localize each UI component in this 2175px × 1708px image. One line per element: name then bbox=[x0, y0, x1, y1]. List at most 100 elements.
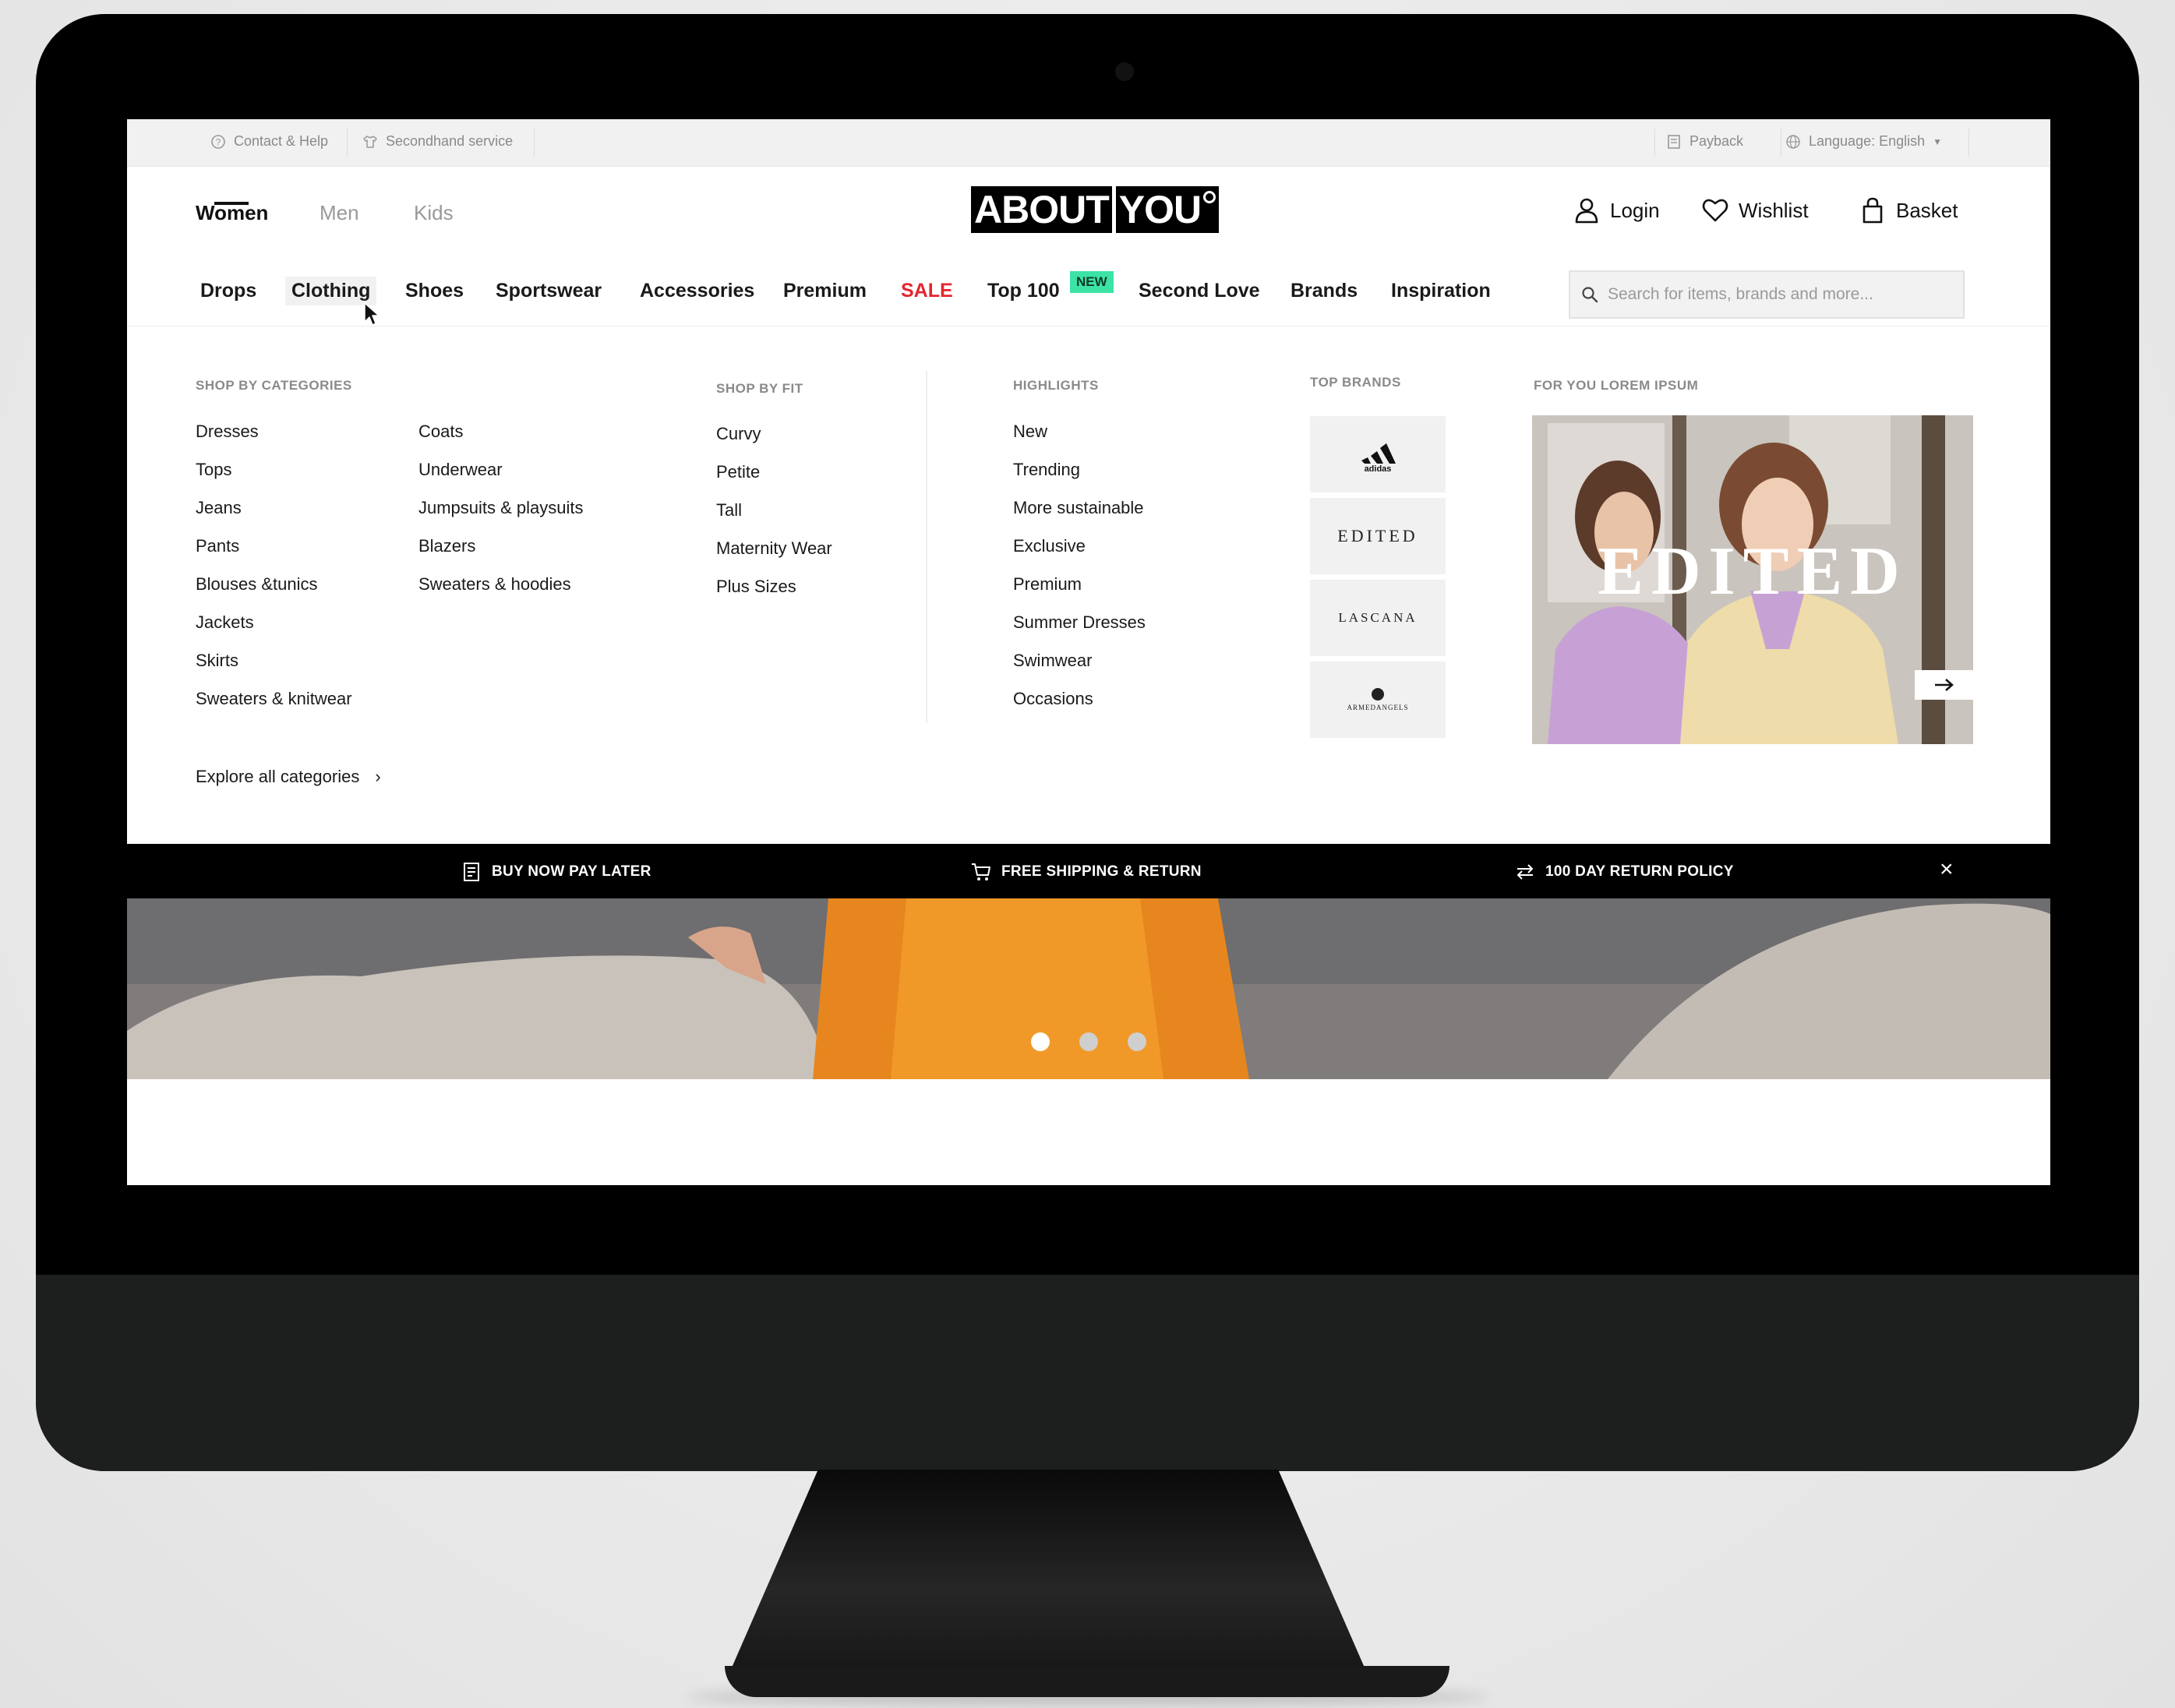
login-label: Login bbox=[1610, 198, 1660, 222]
carousel-dot-3[interactable] bbox=[1128, 1032, 1146, 1051]
hero-image bbox=[127, 898, 2050, 1079]
invoice-icon bbox=[464, 863, 479, 881]
caret-down-icon: ▼ bbox=[1933, 136, 1943, 147]
globe-icon bbox=[1786, 134, 1800, 149]
divider bbox=[1654, 129, 1655, 157]
browser-screen: ? Contact & Help Secondhand service Payb… bbox=[127, 119, 2050, 1185]
secondhand-link[interactable]: Secondhand service bbox=[362, 133, 513, 150]
menu-item-coats[interactable]: Coats bbox=[418, 422, 463, 442]
hero-carousel[interactable] bbox=[127, 898, 2050, 1079]
edited-logo: EDITED bbox=[1337, 526, 1418, 545]
explore-all-categories-link[interactable]: Explore all categories › bbox=[196, 767, 381, 787]
nav-item-top-100[interactable]: Top 100 bbox=[987, 280, 1060, 302]
chevron-right-icon: › bbox=[375, 767, 381, 786]
menu-item-summer-dresses[interactable]: Summer Dresses bbox=[1013, 612, 1146, 633]
monitor-stand bbox=[729, 1470, 1368, 1675]
nav-item-sale[interactable]: SALE bbox=[901, 280, 953, 302]
menu-item-pants[interactable]: Pants bbox=[196, 536, 239, 556]
benefit-label: FREE SHIPPING & RETURN bbox=[1001, 863, 1202, 880]
payback-link[interactable]: Payback bbox=[1666, 133, 1743, 150]
menu-item-occasions[interactable]: Occasions bbox=[1013, 689, 1093, 709]
menu-item-blouses-tunics[interactable]: Blouses &tunics bbox=[196, 574, 318, 595]
close-icon[interactable]: × bbox=[1940, 858, 1954, 881]
menu-item-skirts[interactable]: Skirts bbox=[196, 651, 238, 671]
menu-item-more-sustainable[interactable]: More sustainable bbox=[1013, 498, 1144, 518]
menu-item-jumpsuits-playsuits[interactable]: Jumpsuits & playsuits bbox=[418, 498, 584, 518]
benefit-free-shipping: FREE SHIPPING & RETURN bbox=[970, 861, 1202, 883]
exchange-icon bbox=[1516, 864, 1534, 880]
gender-tab-men[interactable]: Men bbox=[320, 201, 359, 225]
menu-item-jackets[interactable]: Jackets bbox=[196, 612, 254, 633]
logo-divider bbox=[1111, 186, 1116, 233]
brand-tile-lascana[interactable]: LASCANA bbox=[1310, 580, 1446, 656]
arrow-right-icon bbox=[1934, 679, 1954, 691]
menu-item-curvy[interactable]: Curvy bbox=[716, 424, 761, 444]
user-icon bbox=[1575, 198, 1598, 224]
divider bbox=[347, 129, 348, 157]
menu-item-underwear[interactable]: Underwear bbox=[418, 460, 503, 480]
shopping-bag-icon bbox=[1863, 197, 1883, 224]
search-box[interactable] bbox=[1569, 270, 1965, 319]
nav-item-accessories[interactable]: Accessories bbox=[640, 280, 754, 302]
login-button[interactable]: Login bbox=[1573, 196, 1660, 224]
menu-item-premium[interactable]: Premium bbox=[1013, 574, 1082, 595]
help-icon: ? bbox=[211, 134, 225, 149]
payback-label: Payback bbox=[1690, 133, 1744, 149]
secondhand-label: Secondhand service bbox=[386, 133, 514, 149]
menu-heading-for-you: FOR YOU LOREM IPSUM bbox=[1534, 378, 1699, 393]
category-nav: Drops Clothing Shoes Sportswear Accessor… bbox=[127, 256, 2050, 326]
brand-tile-armedangels[interactable]: ARMEDANGELS bbox=[1310, 662, 1446, 738]
benefit-buy-now-pay-later: BUY NOW PAY LATER bbox=[461, 861, 651, 883]
shirt-icon bbox=[363, 135, 377, 148]
lascana-logo: LASCANA bbox=[1338, 610, 1418, 625]
promo-next-button[interactable] bbox=[1915, 670, 1973, 700]
menu-item-sweaters-hoodies[interactable]: Sweaters & hoodies bbox=[418, 574, 571, 595]
nav-item-premium[interactable]: Premium bbox=[783, 280, 867, 302]
divider bbox=[1968, 129, 1969, 157]
contact-help-link[interactable]: ? Contact & Help bbox=[210, 133, 328, 150]
menu-item-maternity-wear[interactable]: Maternity Wear bbox=[716, 538, 832, 559]
menu-item-exclusive[interactable]: Exclusive bbox=[1013, 536, 1086, 556]
search-input[interactable] bbox=[1608, 285, 1951, 304]
nav-item-sportswear[interactable]: Sportswear bbox=[496, 280, 602, 302]
menu-item-new[interactable]: New bbox=[1013, 422, 1047, 442]
svg-text:?: ? bbox=[216, 136, 221, 147]
menu-item-tall[interactable]: Tall bbox=[716, 500, 742, 521]
promo-banner[interactable]: EDITED bbox=[1532, 415, 1973, 744]
logo-dot bbox=[1203, 191, 1216, 203]
menu-item-trending[interactable]: Trending bbox=[1013, 460, 1080, 480]
nav-item-inspiration[interactable]: Inspiration bbox=[1391, 280, 1491, 302]
carousel-dot-2[interactable] bbox=[1079, 1032, 1098, 1051]
brand-tile-edited[interactable]: EDITED bbox=[1310, 498, 1446, 574]
benefit-return-policy: 100 DAY RETURN POLICY bbox=[1514, 861, 1734, 883]
menu-item-jeans[interactable]: Jeans bbox=[196, 498, 242, 518]
nav-item-drops[interactable]: Drops bbox=[200, 280, 256, 302]
language-selector[interactable]: Language: English ▼ bbox=[1785, 133, 1942, 150]
nav-item-brands[interactable]: Brands bbox=[1291, 280, 1358, 302]
menu-item-dresses[interactable]: Dresses bbox=[196, 422, 259, 442]
menu-item-swimwear[interactable]: Swimwear bbox=[1013, 651, 1092, 671]
nav-item-second-love[interactable]: Second Love bbox=[1139, 280, 1260, 302]
menu-heading-highlights: HIGHLIGHTS bbox=[1013, 378, 1099, 393]
nav-item-shoes[interactable]: Shoes bbox=[405, 280, 464, 302]
logo-text-you: YOU bbox=[1118, 188, 1202, 231]
basket-button[interactable]: Basket bbox=[1859, 196, 1958, 224]
about-you-logo[interactable]: ABOUT YOU bbox=[971, 186, 1220, 233]
language-label: Language: English bbox=[1809, 133, 1926, 149]
menu-item-sweaters-knitwear[interactable]: Sweaters & knitwear bbox=[196, 689, 352, 709]
camera-icon bbox=[1115, 62, 1134, 81]
gender-tab-kids[interactable]: Kids bbox=[414, 201, 454, 225]
menu-heading-categories: SHOP BY CATEGORIES bbox=[196, 378, 352, 393]
monitor-foot bbox=[725, 1666, 1449, 1697]
menu-item-tops[interactable]: Tops bbox=[196, 460, 231, 480]
menu-item-plus-sizes[interactable]: Plus Sizes bbox=[716, 577, 796, 597]
menu-item-blazers[interactable]: Blazers bbox=[418, 536, 475, 556]
brand-tile-adidas[interactable]: adidas bbox=[1310, 416, 1446, 492]
carousel-dot-1[interactable] bbox=[1031, 1032, 1050, 1051]
menu-divider bbox=[926, 371, 927, 723]
wishlist-button[interactable]: Wishlist bbox=[1701, 196, 1809, 224]
menu-item-petite[interactable]: Petite bbox=[716, 462, 760, 482]
monitor-chin bbox=[36, 1275, 2139, 1471]
benefit-label: BUY NOW PAY LATER bbox=[492, 863, 651, 880]
new-badge: NEW bbox=[1070, 271, 1114, 293]
